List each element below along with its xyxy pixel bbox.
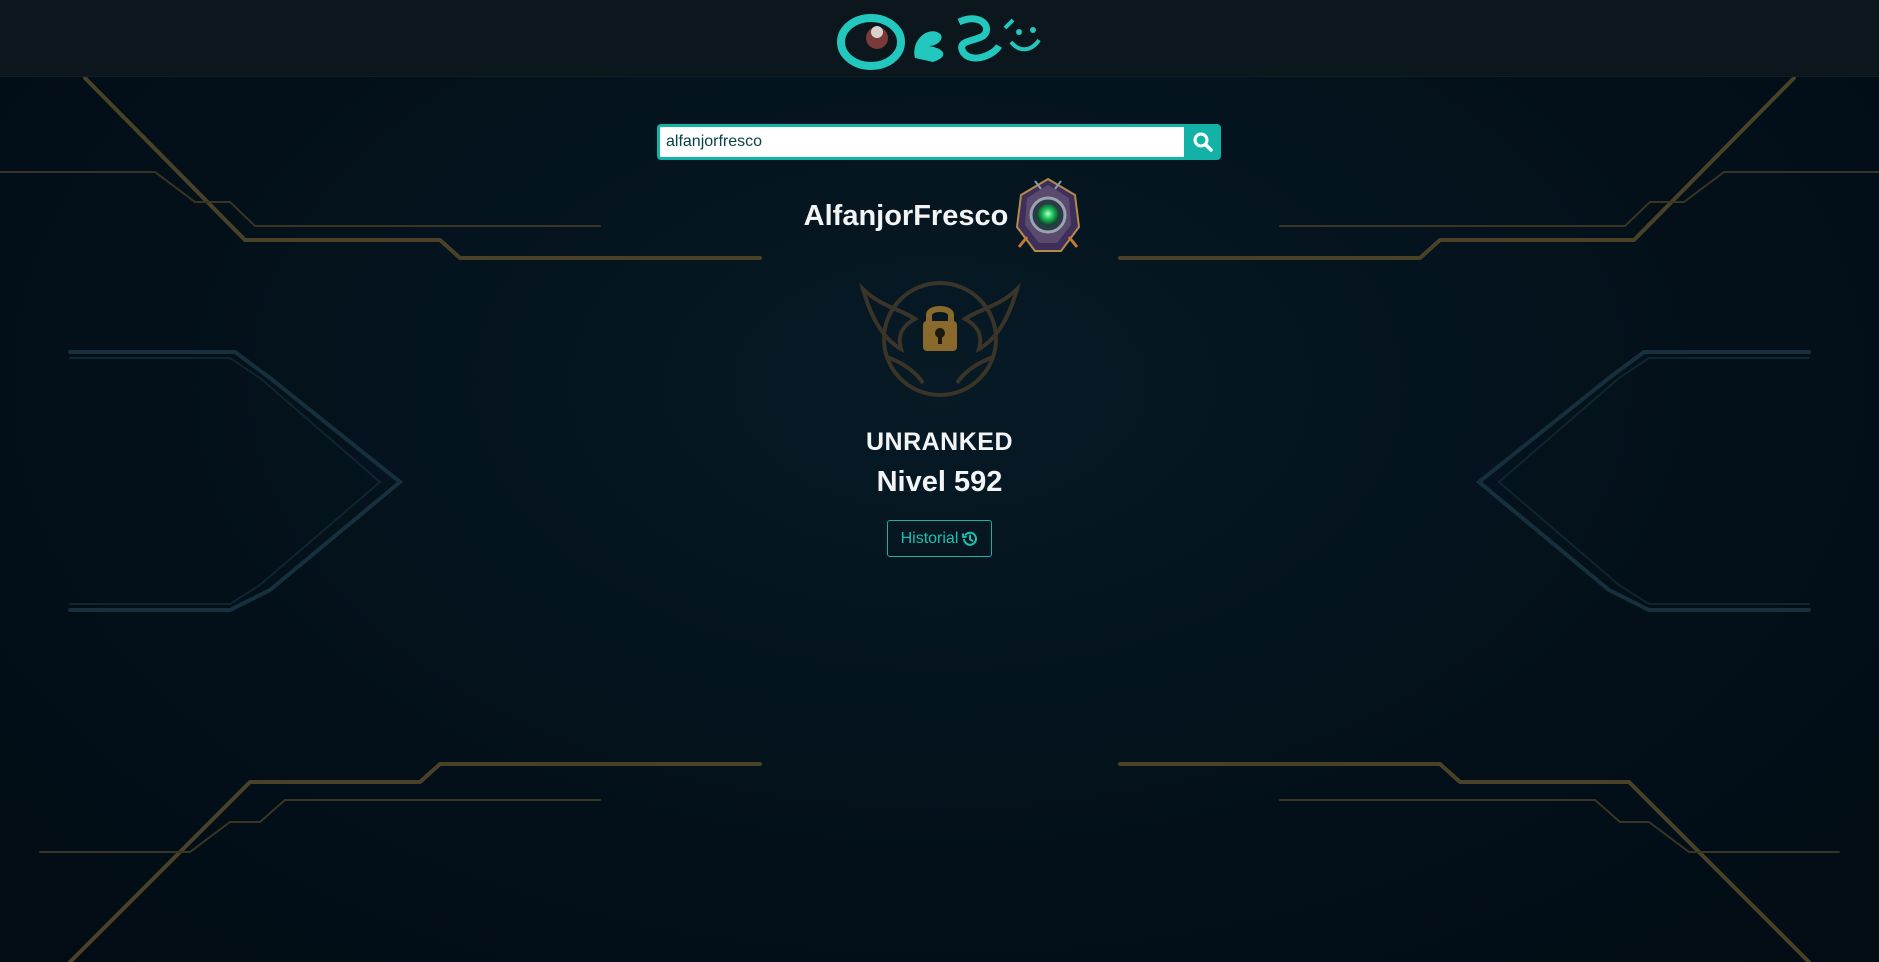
history-button[interactable]: Historial [887,520,992,557]
summoner-header: AlfanjorFresco [0,176,1879,256]
lock-icon [923,306,957,351]
unranked-emblem [859,281,1021,397]
search-icon [1193,132,1213,152]
search-button[interactable] [1184,124,1221,160]
app-logo[interactable] [833,6,1047,70]
summoner-name: AlfanjorFresco [803,199,1009,232]
search-input[interactable] [657,124,1184,160]
summoner-profile-icon [1016,177,1081,252]
rank-tier: UNRANKED [865,428,1014,456]
page: AlfanjorFresco [0,0,1879,962]
summoner-level: Nivel 592 [876,466,1003,498]
history-button-label: Historial [900,529,959,547]
search-bar [657,124,1221,160]
history-icon [962,531,978,546]
top-bar [0,0,1879,77]
